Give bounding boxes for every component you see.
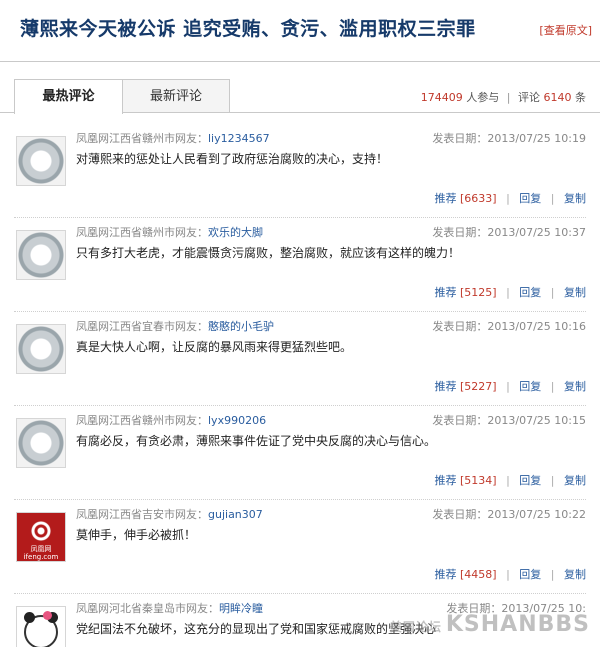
comment-text: 对薄熙来的惩处让人民看到了政府惩治腐败的决心，支持！ — [76, 152, 389, 166]
avatar[interactable]: 凤凰网 ifeng.com — [16, 512, 66, 562]
watermark-label: 美国论坛 — [389, 620, 442, 634]
stats-divider: | — [506, 91, 511, 104]
comments-count: 6140 — [543, 91, 572, 104]
comment-text: 党纪国法不允破坏，这充分的显现出了党和国家惩戒腐败的坚强决心 — [76, 622, 437, 636]
comment-actions: 推荐 [6633] | 回复 | 复制 — [434, 190, 586, 206]
copy-button[interactable]: 复制 — [564, 286, 586, 299]
comment-actions: 推荐 [5125] | 回复 | 复制 — [434, 284, 586, 300]
like-count: [4458] — [459, 568, 497, 581]
comment-text: 真是大快人心啊，让反腐的暴风雨来得更猛烈些吧。 — [76, 340, 353, 354]
comment-source: 凤凰网江西省赣州市网友： — [76, 226, 208, 239]
copy-button[interactable]: 复制 — [564, 568, 586, 581]
comment-text: 有腐必反，有贪必肃，薄熙来事件佐证了党中央反腐的决心与信心。 — [76, 434, 437, 448]
action-divider: | — [550, 568, 555, 581]
panda-ear-icon — [24, 612, 35, 623]
avatar[interactable] — [16, 418, 66, 468]
forum-watermark: 美国论坛 KSHANBBS — [390, 612, 590, 637]
comment-source: 凤凰网河北省秦皇岛市网友： — [76, 602, 219, 615]
reply-button[interactable]: 回复 — [519, 192, 541, 205]
comment-list: 凤凰网江西省赣州市网友：liy1234567 发表日期：2013/07/25 1… — [0, 124, 600, 647]
comment-meta: 凤凰网江西省赣州市网友：欢乐的大脚 — [76, 224, 263, 240]
copy-button[interactable]: 复制 — [564, 474, 586, 487]
tab-hot-comments[interactable]: 最热评论 — [14, 79, 123, 114]
action-divider: | — [550, 286, 555, 299]
comment-date: 发表日期：2013/07/25 10:15 — [432, 414, 586, 427]
comment-source: 凤凰网江西省赣州市网友： — [76, 414, 208, 427]
article-headline: 薄熙来今天被公诉 追究受贿、贪污、滥用职权三宗罪 — [20, 18, 476, 40]
action-divider: | — [506, 380, 510, 393]
comment-meta: 凤凰网江西省赣州市网友：lyx990206 — [76, 412, 266, 428]
like-count: [5125] — [459, 286, 497, 299]
action-divider: | — [506, 286, 510, 299]
like-count: [5134] — [459, 474, 497, 487]
avatar-logo-name: 凤凰网 — [30, 545, 52, 553]
reply-button[interactable]: 回复 — [519, 568, 541, 581]
comment-username[interactable]: lyx990206 — [208, 414, 266, 427]
action-divider: | — [550, 380, 555, 393]
comment-text: 只有多打大老虎，才能震慑贪污腐败，整治腐败，就应该有这样的魄力！ — [76, 246, 461, 260]
tab-latest-comments[interactable]: 最新评论 — [122, 79, 230, 113]
panda-avatar-icon — [24, 611, 58, 647]
like-button[interactable]: 推荐 — [434, 286, 456, 299]
action-divider: | — [550, 192, 555, 205]
participants-label: 人参与 — [466, 91, 500, 104]
reply-button[interactable]: 回复 — [519, 380, 541, 393]
comment-source: 凤凰网江西省赣州市网友： — [76, 132, 208, 145]
watermark-brand: KSHANBBS — [445, 612, 590, 637]
comment-meta: 凤凰网河北省秦皇岛市网友：明眸冷瞳 — [76, 600, 263, 616]
comment-meta: 凤凰网江西省赣州市网友：liy1234567 — [76, 130, 270, 146]
action-divider: | — [506, 474, 510, 487]
comment-date: 发表日期：2013/07/25 10:37 — [432, 226, 586, 239]
comment-item: 凤凰网江西省宜春市网友：憨憨的小毛驴 发表日期：2013/07/25 10:16… — [14, 312, 586, 406]
comment-meta: 凤凰网江西省吉安市网友：gujian307 — [76, 506, 263, 522]
comment-stats: 174409 人参与 | 评论 6140 条 — [421, 89, 586, 105]
comment-username[interactable]: 明眸冷瞳 — [219, 602, 263, 615]
avatar-logo-domain: ifeng.com — [23, 553, 59, 562]
action-divider: | — [506, 568, 510, 581]
comment-username[interactable]: 憨憨的小毛驴 — [208, 320, 274, 333]
avatar[interactable] — [16, 324, 66, 374]
like-button[interactable]: 推荐 — [434, 192, 456, 205]
like-count: [5227] — [459, 380, 497, 393]
avatar[interactable] — [16, 136, 66, 186]
comment-source: 凤凰网江西省吉安市网友： — [76, 508, 208, 521]
copy-button[interactable]: 复制 — [564, 380, 586, 393]
comment-item: 凤凰网江西省赣州市网友：lyx990206 发表日期：2013/07/25 10… — [14, 406, 586, 500]
comment-username[interactable]: 欢乐的大脚 — [208, 226, 263, 239]
comment-username[interactable]: gujian307 — [208, 508, 263, 521]
view-original-link[interactable]: [查看原文] — [539, 22, 592, 38]
comment-item: 凤凰网 ifeng.com 凤凰网江西省吉安市网友：gujian307 发表日期… — [14, 500, 586, 594]
article-header: 薄熙来今天被公诉 追究受贿、贪污、滥用职权三宗罪 [查看原文] — [0, 0, 600, 62]
comment-date: 发表日期：2013/07/25 10:19 — [432, 132, 586, 145]
like-count: [6633] — [459, 192, 497, 205]
comment-username[interactable]: liy1234567 — [208, 132, 270, 145]
comment-actions: 推荐 [4458] | 回复 | 复制 — [434, 566, 586, 582]
comments-suffix: 条 — [575, 91, 586, 104]
comment-source: 凤凰网江西省宜春市网友： — [76, 320, 208, 333]
like-button[interactable]: 推荐 — [434, 568, 456, 581]
like-button[interactable]: 推荐 — [434, 380, 456, 393]
action-divider: | — [506, 192, 510, 205]
comment-actions: 推荐 [5134] | 回复 | 复制 — [434, 472, 586, 488]
comment-date: 发表日期：2013/07/25 10:22 — [432, 508, 586, 521]
flower-icon — [43, 611, 52, 620]
action-divider: | — [550, 474, 555, 487]
reply-button[interactable]: 回复 — [519, 474, 541, 487]
avatar[interactable] — [16, 606, 66, 647]
comment-actions: 推荐 [5227] | 回复 | 复制 — [434, 378, 586, 394]
participants-count: 174409 — [420, 91, 463, 104]
avatar[interactable] — [16, 230, 66, 280]
reply-button[interactable]: 回复 — [519, 286, 541, 299]
ifeng-logo-icon — [31, 521, 51, 541]
like-button[interactable]: 推荐 — [434, 474, 456, 487]
comment-text: 莫伸手，伸手必被抓！ — [76, 528, 197, 542]
comment-item: 凤凰网江西省赣州市网友：欢乐的大脚 发表日期：2013/07/25 10:37 … — [14, 218, 586, 312]
comment-item: 凤凰网江西省赣州市网友：liy1234567 发表日期：2013/07/25 1… — [14, 124, 586, 218]
comment-date: 发表日期：2013/07/25 10:16 — [432, 320, 586, 333]
copy-button[interactable]: 复制 — [564, 192, 586, 205]
comments-label: 评论 — [518, 91, 540, 104]
comment-tabs-bar: 最热评论 最新评论 174409 人参与 | 评论 6140 条 — [0, 79, 600, 114]
comment-meta: 凤凰网江西省宜春市网友：憨憨的小毛驴 — [76, 318, 274, 334]
